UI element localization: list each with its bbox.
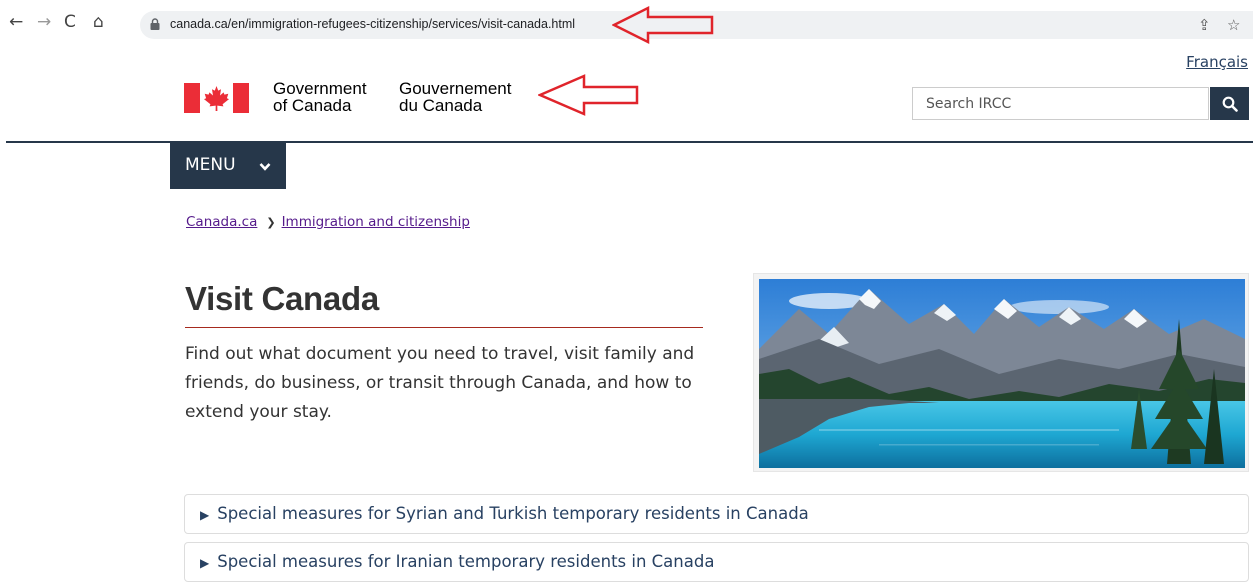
expand-triangle-icon: ▶ [200, 556, 210, 570]
chevron-right-icon: ❯ [266, 216, 276, 229]
language-toggle-link[interactable]: Français [1186, 53, 1248, 71]
url-text: canada.ca/en/immigration-refugees-citize… [170, 17, 576, 31]
signature-fr-line1: Gouvernement [399, 79, 512, 98]
breadcrumb-link-canada[interactable]: Canada.ca [186, 214, 257, 230]
reload-icon[interactable]: C [64, 12, 76, 32]
forward-arrow-icon[interactable]: → [37, 12, 51, 32]
title-underline [185, 327, 703, 328]
home-icon[interactable]: ⌂ [93, 12, 104, 32]
menu-button[interactable]: MENU [170, 143, 286, 189]
expand-triangle-icon: ▶ [200, 508, 210, 522]
signature-english: Government of Canada [273, 80, 367, 114]
share-icon[interactable]: ⇪ [1198, 16, 1211, 34]
signature-en-line1: Government [273, 79, 367, 98]
lock-icon [150, 18, 160, 30]
breadcrumb-link-immigration[interactable]: Immigration and citizenship [282, 214, 470, 230]
search-button[interactable] [1210, 87, 1249, 120]
signature-fr-line2: du Canada [399, 96, 483, 115]
breadcrumb: Canada.ca ❯ Immigration and citizenship [186, 214, 470, 230]
details-syrian-turkish[interactable]: ▶ Special measures for Syrian and Turkish… [184, 494, 1249, 534]
page-intro: Find out what document you need to trave… [185, 344, 695, 422]
search-input[interactable]: Search IRCC [912, 87, 1209, 120]
mountain-lake-image [759, 279, 1245, 468]
menu-label: MENU [185, 155, 236, 175]
annotation-arrow-signature [538, 74, 639, 116]
signature-en-line2: of Canada [273, 96, 352, 115]
details-summary-text: Special measures for Syrian and Turkish … [217, 504, 809, 523]
chevron-down-icon [259, 163, 271, 171]
details-summary-text: Special measures for Iranian temporary r… [217, 552, 715, 571]
page-title: Visit Canada [185, 280, 379, 317]
details-iranian[interactable]: ▶ Special measures for Iranian temporary … [184, 542, 1249, 582]
canada-flag-icon [184, 83, 249, 113]
search-icon [1222, 96, 1238, 112]
hero-image-frame [753, 273, 1249, 472]
star-icon[interactable]: ☆ [1227, 16, 1240, 34]
back-arrow-icon[interactable]: ← [9, 12, 23, 32]
signature-french: Gouvernement du Canada [399, 80, 511, 114]
annotation-arrow-url [612, 5, 714, 45]
